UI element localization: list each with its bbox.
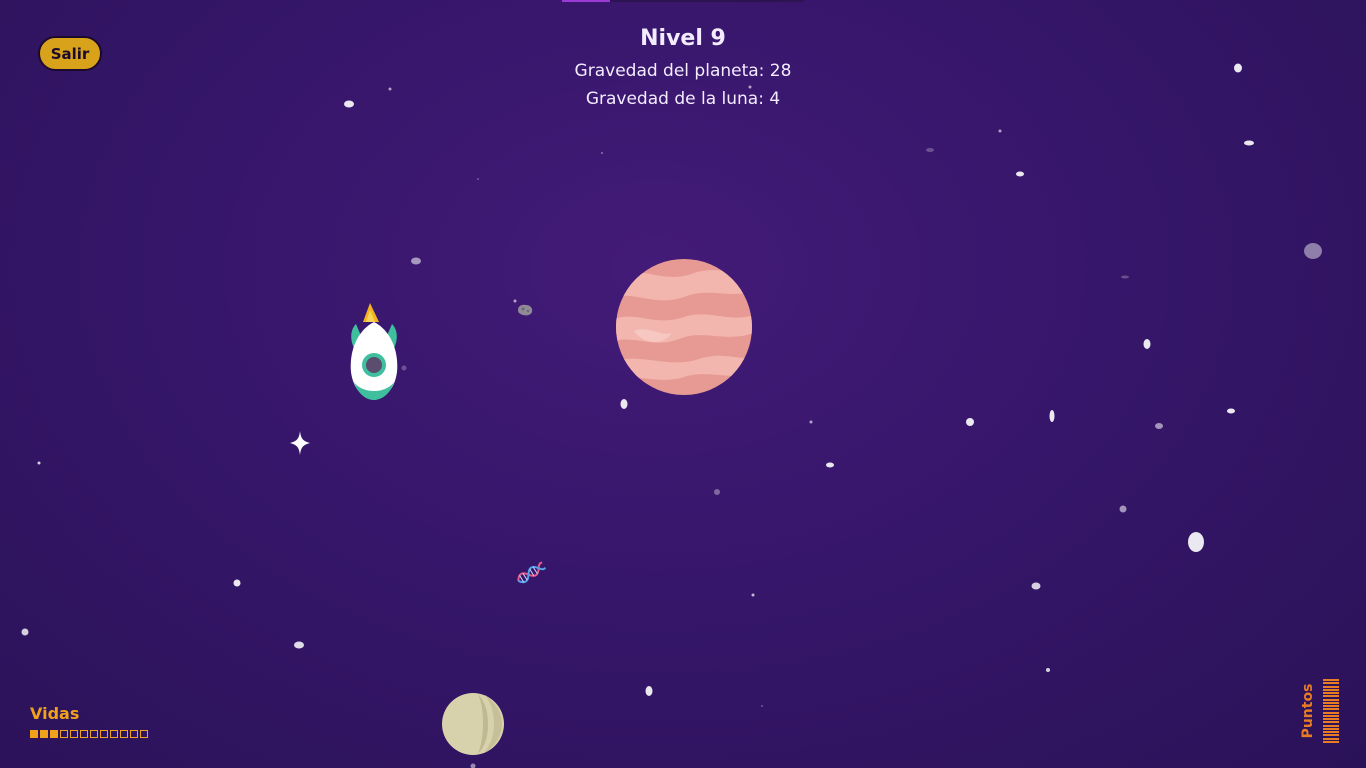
points-bar [1323, 727, 1339, 730]
moon-gravity-text: Gravedad de la luna: 4 [585, 89, 781, 109]
points-bar [1323, 708, 1339, 711]
planet-gravity-text: Gravedad del planeta: 28 [574, 61, 792, 81]
life-empty [110, 730, 118, 738]
lives-indicator [30, 730, 148, 738]
life-full [40, 730, 48, 738]
life-empty [60, 730, 68, 738]
life-empty [130, 730, 138, 738]
points-bar [1323, 731, 1339, 733]
points-bar [1323, 711, 1339, 714]
points-meter [1323, 679, 1339, 743]
level-info: Nivel 9 Gravedad del planeta: 28 Graveda… [483, 24, 883, 113]
points-bar [1323, 724, 1339, 727]
level-title: Nivel 9 [640, 26, 726, 51]
points-bar [1323, 737, 1339, 740]
life-empty [70, 730, 78, 738]
exit-button[interactable]: Salir [38, 36, 102, 71]
level-progress-fill [562, 0, 611, 2]
points-bar [1323, 688, 1339, 691]
life-empty [80, 730, 88, 738]
life-empty [140, 730, 148, 738]
moon-icon [442, 693, 504, 755]
points-bar [1323, 695, 1339, 698]
points-label: Puntos [1300, 683, 1316, 739]
points-bar [1323, 692, 1339, 694]
points-bar [1323, 721, 1339, 724]
points-bar [1323, 734, 1339, 737]
points-bar [1323, 714, 1339, 717]
dna-icon[interactable] [514, 558, 548, 588]
level-progress-bar [562, 0, 804, 2]
life-empty [90, 730, 98, 738]
points-bar [1323, 740, 1339, 743]
asteroid-icon [518, 304, 533, 316]
points-bar [1323, 679, 1339, 681]
points-bar [1323, 682, 1339, 685]
sparkle-star-icon[interactable] [289, 430, 311, 456]
life-full [30, 730, 38, 738]
lives-panel: Vidas [30, 704, 148, 738]
lives-label: Vidas [30, 704, 80, 723]
points-bar [1323, 705, 1339, 707]
life-empty [120, 730, 128, 738]
points-bar [1323, 718, 1339, 720]
points-bar [1323, 685, 1339, 688]
rocket-icon[interactable] [344, 300, 406, 404]
life-full [50, 730, 58, 738]
life-empty [100, 730, 108, 738]
points-bar [1323, 698, 1339, 701]
planet-icon [616, 259, 752, 395]
points-bar [1323, 701, 1339, 704]
points-panel: Puntos [1292, 676, 1344, 744]
